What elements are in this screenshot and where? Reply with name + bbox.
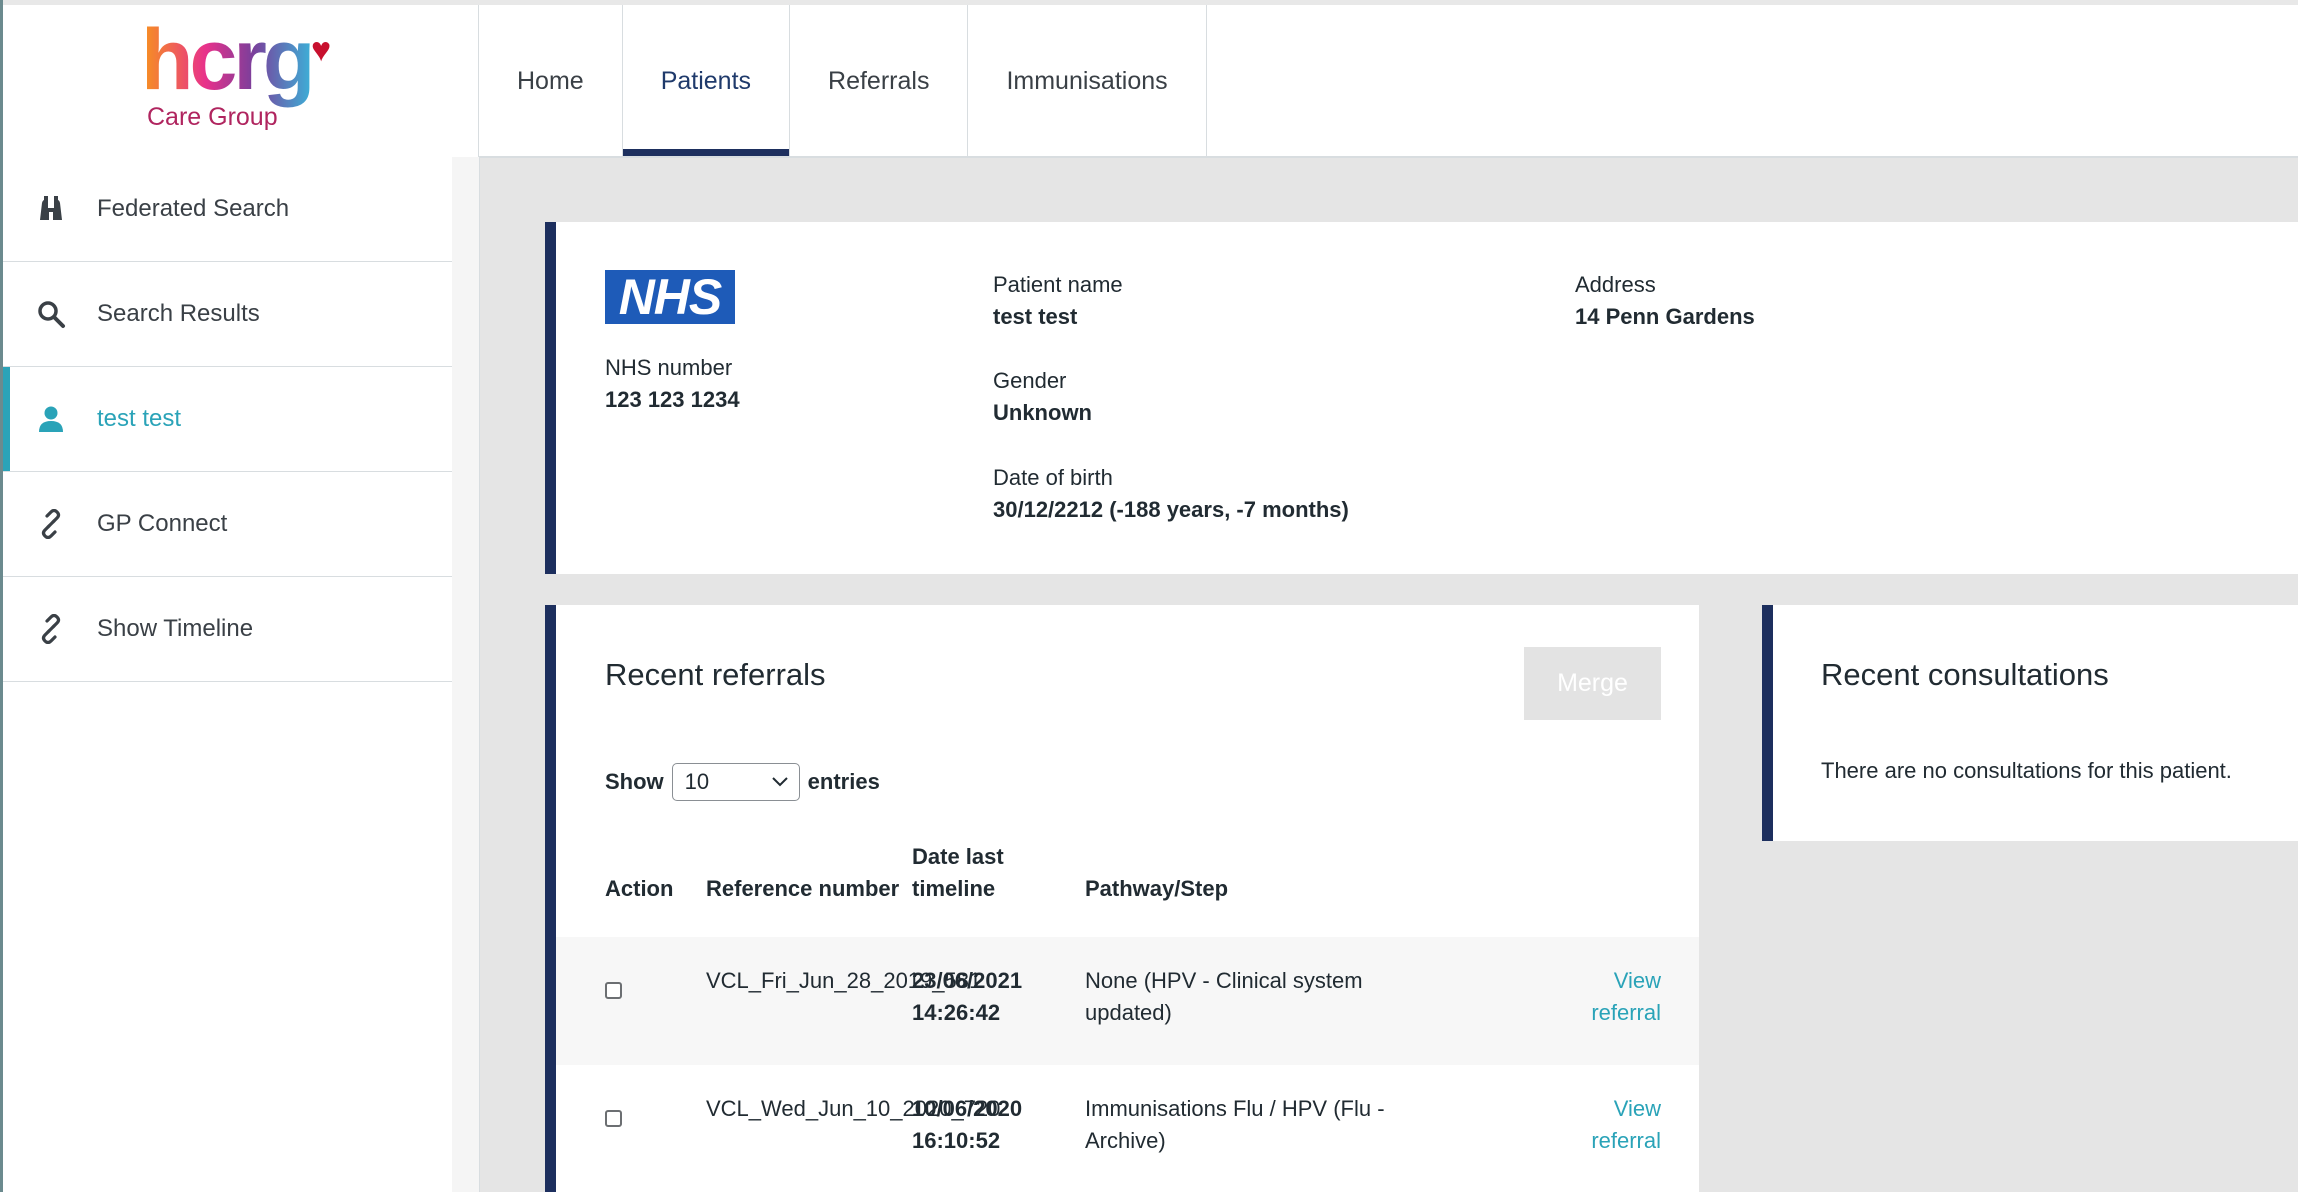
consultations-title: Recent consultations xyxy=(1821,657,2109,692)
tab-home[interactable]: Home xyxy=(479,5,623,157)
hcrg-logo[interactable]: hcrg ♥ Care Group xyxy=(141,12,381,139)
sidebar-item-patient[interactable]: test test xyxy=(3,367,452,472)
pathway-cell: Immunisations Flu / HPV (Flu - xyxy=(1085,1096,1385,1121)
sidebar-item-label: Show Timeline xyxy=(97,615,254,642)
address-value: 14 Penn Gardens xyxy=(1575,304,1755,329)
patient-name-label: Patient name xyxy=(993,272,1123,297)
logo-wordmark: hcrg xyxy=(141,12,315,108)
sidebar-item-label: test test xyxy=(97,405,182,432)
dob-label: Date of birth xyxy=(993,465,1113,490)
tab-label: Home xyxy=(517,66,584,95)
tab-label: Patients xyxy=(660,66,752,95)
tab-immunisations[interactable]: Immunisations xyxy=(968,5,1207,157)
logo-area: hcrg ♥ Care Group xyxy=(3,5,479,157)
table-row: VCL_Wed_Jun_10_2020_720 10/06/2020 16:10… xyxy=(556,1065,1699,1192)
sidebar: Federated Search Search Results test tes… xyxy=(3,157,453,1192)
view-referral-link[interactable]: View xyxy=(1614,965,1661,997)
tab-referrals[interactable]: Referrals xyxy=(790,5,969,157)
logo-subtitle: Care Group xyxy=(147,103,278,131)
binoculars-icon xyxy=(31,194,71,224)
view-referral-link-cont[interactable]: referral xyxy=(1591,1125,1661,1157)
pathway-cell-cont: Archive) xyxy=(1085,1128,1166,1153)
tab-patients[interactable]: Patients xyxy=(622,5,791,157)
col-date-line1: Date last xyxy=(912,844,1004,869)
link-icon xyxy=(31,614,71,644)
table-row: VCL_Fri_Jun_28_2019_581 23/06/2021 14:26… xyxy=(556,937,1699,1065)
entries-select[interactable]: 10 xyxy=(671,763,800,801)
top-navigation: Home Patients Referrals Immunisations xyxy=(479,5,1207,157)
nhs-number-value: 123 123 1234 xyxy=(605,387,740,412)
col-pathway: Pathway/Step xyxy=(1085,876,1229,901)
row-checkbox[interactable] xyxy=(605,982,622,999)
merge-button[interactable]: Merge xyxy=(1524,647,1661,720)
patient-name-value: test test xyxy=(993,304,1078,329)
sidebar-item-label: Search Results xyxy=(97,300,260,327)
pathway-cell: None (HPV - Clinical system xyxy=(1085,968,1363,993)
row-checkbox[interactable] xyxy=(605,1110,622,1127)
gender-value: Unknown xyxy=(993,400,1092,425)
sidebar-item-search-results[interactable]: Search Results xyxy=(3,262,452,367)
sidebar-item-label: GP Connect xyxy=(97,510,228,537)
view-referral-link[interactable]: View xyxy=(1614,1093,1661,1125)
date-cell: 10/06/2020 xyxy=(912,1096,1023,1121)
sidebar-item-label: Federated Search xyxy=(97,195,290,222)
recent-referrals-card: Recent referrals Merge Show 10 entries A… xyxy=(545,605,1699,1192)
col-action: Action xyxy=(605,876,674,901)
consultations-empty-message: There are no consultations for this pati… xyxy=(1821,758,2232,783)
search-icon xyxy=(31,299,71,329)
time-cell: 14:26:42 xyxy=(912,1000,1001,1025)
entries-value: 10 xyxy=(684,769,710,794)
user-icon xyxy=(31,404,71,434)
sidebar-item-gp-connect[interactable]: GP Connect xyxy=(3,472,452,577)
view-referral-link-cont[interactable]: referral xyxy=(1591,997,1661,1029)
sidebar-item-show-timeline[interactable]: Show Timeline xyxy=(3,577,452,682)
address-label: Address xyxy=(1575,272,1656,297)
chevron-down-icon xyxy=(771,777,788,787)
tab-label: Immunisations xyxy=(1006,66,1168,95)
patient-banner: NHS NHS number 123 123 1234 Patient name… xyxy=(545,222,2298,574)
sidebar-item-federated-search[interactable]: Federated Search xyxy=(3,157,452,262)
tab-label: Referrals xyxy=(828,66,930,95)
referrals-title: Recent referrals xyxy=(605,657,826,692)
link-icon xyxy=(31,509,71,539)
entries-control: Show 10 entries xyxy=(605,763,880,801)
entries-label: entries xyxy=(807,769,880,794)
col-reference: Reference number xyxy=(706,876,900,901)
nhs-logo: NHS xyxy=(605,270,735,324)
time-cell: 16:10:52 xyxy=(912,1128,1001,1153)
dob-value: 30/12/2212 (-188 years, -7 months) xyxy=(993,497,1349,522)
gender-label: Gender xyxy=(993,368,1067,393)
show-label: Show xyxy=(605,769,664,794)
heart-icon: ♥ xyxy=(311,31,332,69)
nhs-number-label: NHS number xyxy=(605,355,733,380)
date-cell: 23/06/2021 xyxy=(912,968,1023,993)
recent-consultations-card: Recent consultations There are no consul… xyxy=(1762,605,2298,841)
col-date-line2: timeline xyxy=(912,876,996,901)
pathway-cell-cont: updated) xyxy=(1085,1000,1172,1025)
sidebar-scroll-gutter xyxy=(452,157,480,1192)
